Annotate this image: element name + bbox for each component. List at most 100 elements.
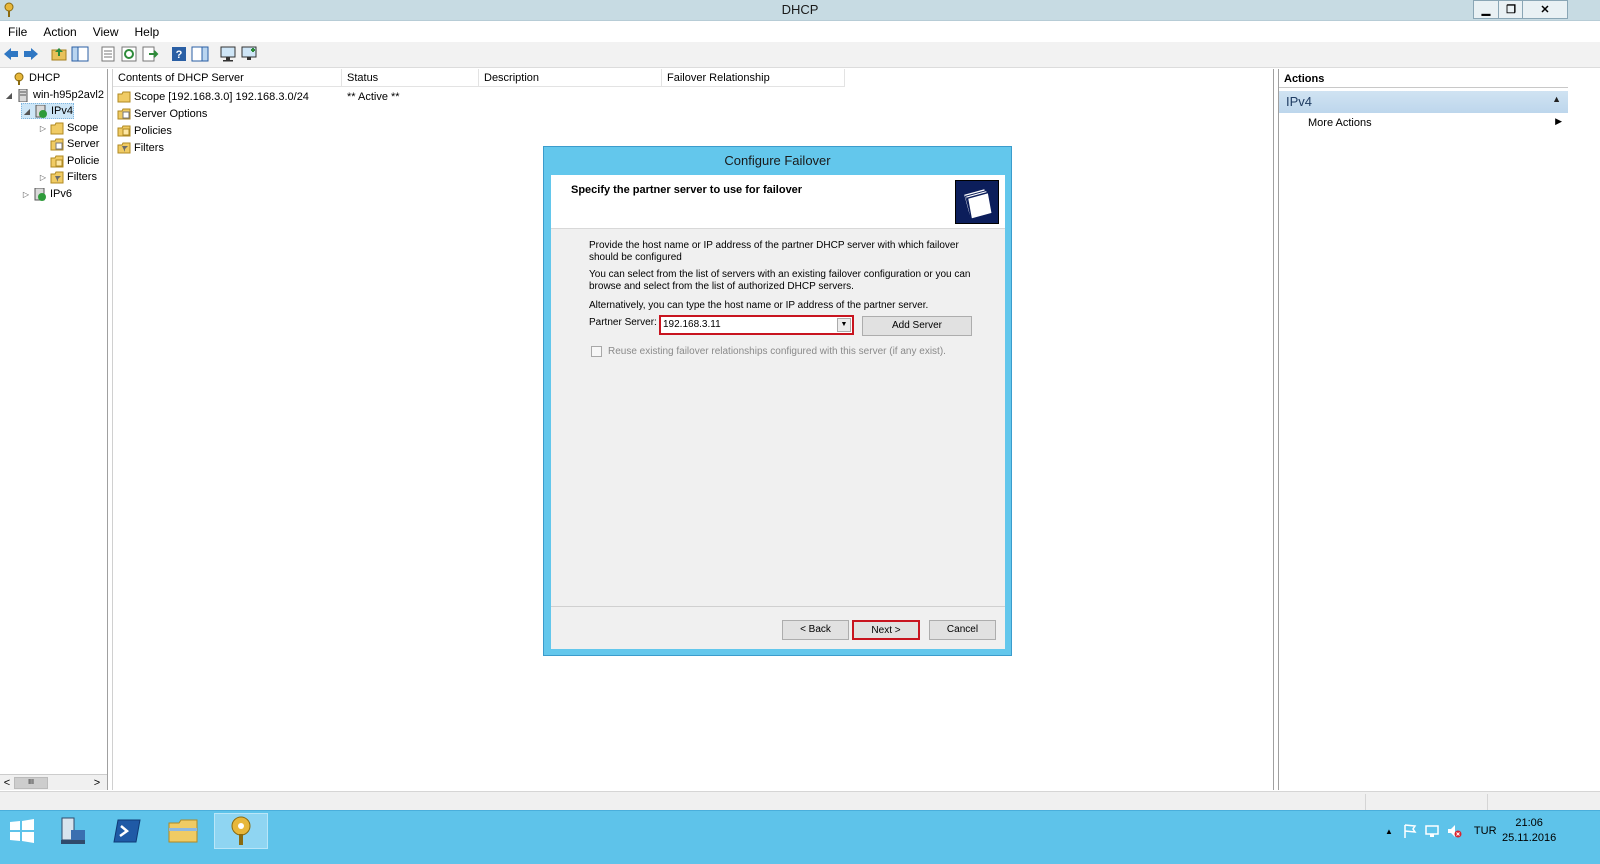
next-button[interactable]: Next > bbox=[852, 620, 920, 640]
cancel-button[interactable]: Cancel bbox=[929, 620, 996, 640]
status-bar bbox=[0, 791, 1600, 810]
list-item-status: ** Active ** bbox=[347, 90, 400, 103]
help-icon[interactable]: ? bbox=[170, 45, 188, 63]
export-list-icon[interactable] bbox=[141, 45, 159, 63]
list-item-name: Server Options bbox=[134, 107, 208, 120]
add-server-icon[interactable] bbox=[240, 45, 258, 63]
input-language[interactable]: TUR bbox=[1474, 825, 1497, 837]
dialog-heading: Specify the partner server to use for fa… bbox=[571, 184, 803, 196]
minimize-button[interactable]: ▁ bbox=[1473, 0, 1499, 19]
actions-section-ipv4[interactable]: IPv4 ▲ bbox=[1279, 91, 1568, 113]
tree-item-filters[interactable]: ▷ Filters bbox=[38, 169, 97, 185]
action-more-actions[interactable]: More Actions ▶ bbox=[1279, 113, 1568, 133]
partner-server-combobox[interactable]: 192.168.3.11 ▼ bbox=[659, 315, 854, 335]
reuse-failover-label: Reuse existing failover relationships co… bbox=[608, 346, 946, 357]
network-icon[interactable] bbox=[1424, 823, 1440, 839]
menu-view[interactable]: View bbox=[85, 25, 127, 39]
column-header-failover[interactable]: Failover Relationship bbox=[662, 69, 845, 87]
taskbar-powershell[interactable] bbox=[100, 813, 154, 849]
clock[interactable]: 21:06 25.11.2016 bbox=[1502, 813, 1556, 849]
reuse-failover-checkbox[interactable] bbox=[591, 346, 602, 357]
powershell-icon bbox=[113, 819, 141, 843]
window-title: DHCP bbox=[781, 2, 819, 17]
expand-arrow-icon[interactable]: ▷ bbox=[38, 173, 48, 182]
menu-help[interactable]: Help bbox=[127, 25, 168, 39]
action-center-flag-icon[interactable] bbox=[1402, 823, 1418, 839]
tree-horizontal-scrollbar[interactable]: < III > bbox=[0, 774, 107, 790]
tree-item-scope[interactable]: ▷ Scope bbox=[38, 120, 98, 136]
server-options-icon bbox=[117, 108, 131, 119]
title-bar: DHCP ▁ ❐ ✕ bbox=[0, 0, 1600, 21]
column-header-contents[interactable]: Contents of DHCP Server bbox=[113, 69, 342, 87]
menu-file[interactable]: File bbox=[0, 25, 35, 39]
menu-action[interactable]: Action bbox=[35, 25, 84, 39]
start-icon bbox=[10, 819, 34, 843]
menu-bar: File Action View Help bbox=[0, 22, 1600, 41]
status-divider bbox=[1365, 794, 1366, 810]
column-header-status[interactable]: Status bbox=[342, 69, 479, 87]
tree-item-server-options[interactable]: Server bbox=[38, 136, 99, 152]
tree-item-label: IPv6 bbox=[50, 188, 73, 200]
restore-icon: ❐ bbox=[1506, 4, 1516, 16]
filter-icon bbox=[117, 142, 131, 153]
toolbar: ? bbox=[0, 42, 1600, 68]
reuse-failover-checkbox-row: Reuse existing failover relationships co… bbox=[591, 346, 946, 357]
server-icon bbox=[18, 88, 28, 102]
server-manager-icon bbox=[61, 817, 85, 844]
tree-item-ipv4[interactable]: ◢ IPv4 bbox=[21, 103, 75, 119]
collapse-arrow-icon[interactable]: ◢ bbox=[22, 107, 32, 116]
refresh-icon[interactable] bbox=[120, 45, 138, 63]
folder-icon bbox=[50, 122, 64, 134]
taskbar-server-manager[interactable] bbox=[45, 813, 99, 849]
display-statistics-icon[interactable] bbox=[219, 45, 237, 63]
tree-item-policies[interactable]: Policie bbox=[38, 153, 99, 169]
dialog-header: Specify the partner server to use for fa… bbox=[551, 175, 1005, 229]
list-item[interactable]: Scope [192.168.3.0] 192.168.3.0/24 ** Ac… bbox=[117, 88, 400, 105]
add-server-button[interactable]: Add Server bbox=[862, 316, 972, 336]
dropdown-arrow-icon[interactable]: ▼ bbox=[837, 318, 851, 332]
back-arrow-icon[interactable] bbox=[2, 45, 20, 63]
show-hide-action-pane-icon[interactable] bbox=[191, 45, 209, 63]
tree-item-server[interactable]: ◢ win-h95p2avl2 bbox=[4, 87, 104, 103]
restore-button[interactable]: ❐ bbox=[1498, 0, 1524, 19]
list-item[interactable]: Filters bbox=[117, 139, 164, 156]
tree-item-dhcp[interactable]: DHCP bbox=[0, 70, 60, 86]
actions-section-label: IPv4 bbox=[1286, 94, 1313, 109]
expand-arrow-icon[interactable]: ▷ bbox=[21, 190, 31, 199]
properties-icon[interactable] bbox=[99, 45, 117, 63]
submenu-arrow-icon: ▶ bbox=[1555, 116, 1562, 126]
volume-muted-icon[interactable] bbox=[1446, 823, 1462, 839]
close-button[interactable]: ✕ bbox=[1522, 0, 1568, 19]
policies-icon bbox=[117, 125, 131, 136]
partner-server-value[interactable]: 192.168.3.11 bbox=[663, 319, 721, 330]
show-hide-tree-icon[interactable] bbox=[71, 45, 89, 63]
list-item[interactable]: Server Options bbox=[117, 105, 207, 122]
tree-item-label: Scope bbox=[67, 122, 99, 134]
clock-time: 21:06 bbox=[1515, 817, 1543, 829]
tree-item-ipv6[interactable]: ▷ IPv6 bbox=[21, 186, 72, 202]
up-folder-icon[interactable] bbox=[50, 45, 68, 63]
collapse-arrow-icon[interactable]: ◢ bbox=[4, 91, 14, 100]
forward-arrow-icon[interactable] bbox=[22, 45, 40, 63]
taskbar-file-explorer[interactable] bbox=[156, 813, 210, 849]
expand-arrow-icon[interactable]: ▷ bbox=[38, 124, 48, 133]
collapse-up-icon[interactable]: ▲ bbox=[1552, 94, 1561, 104]
partner-server-label: Partner Server: bbox=[589, 317, 657, 328]
close-icon: ✕ bbox=[1540, 4, 1550, 16]
dialog-separator bbox=[551, 606, 1005, 607]
list-item[interactable]: Policies bbox=[117, 122, 172, 139]
show-hidden-icons-icon[interactable]: ▲ bbox=[1385, 827, 1393, 836]
back-button[interactable]: < Back bbox=[782, 620, 849, 640]
folder-icon bbox=[117, 91, 131, 102]
svg-text:?: ? bbox=[176, 49, 183, 61]
policies-icon bbox=[50, 155, 64, 167]
scroll-thumb[interactable]: III bbox=[14, 777, 48, 789]
start-button[interactable] bbox=[0, 813, 44, 849]
scroll-right-arrow-icon[interactable]: > bbox=[90, 776, 104, 790]
taskbar-dhcp[interactable] bbox=[214, 813, 268, 849]
column-header-description[interactable]: Description bbox=[479, 69, 662, 87]
configure-failover-dialog: Configure Failover Specify the partner s… bbox=[543, 146, 1012, 656]
scroll-left-arrow-icon[interactable]: < bbox=[0, 776, 14, 790]
actions-header: Actions bbox=[1279, 69, 1568, 88]
tree-item-label: Filters bbox=[67, 171, 97, 183]
